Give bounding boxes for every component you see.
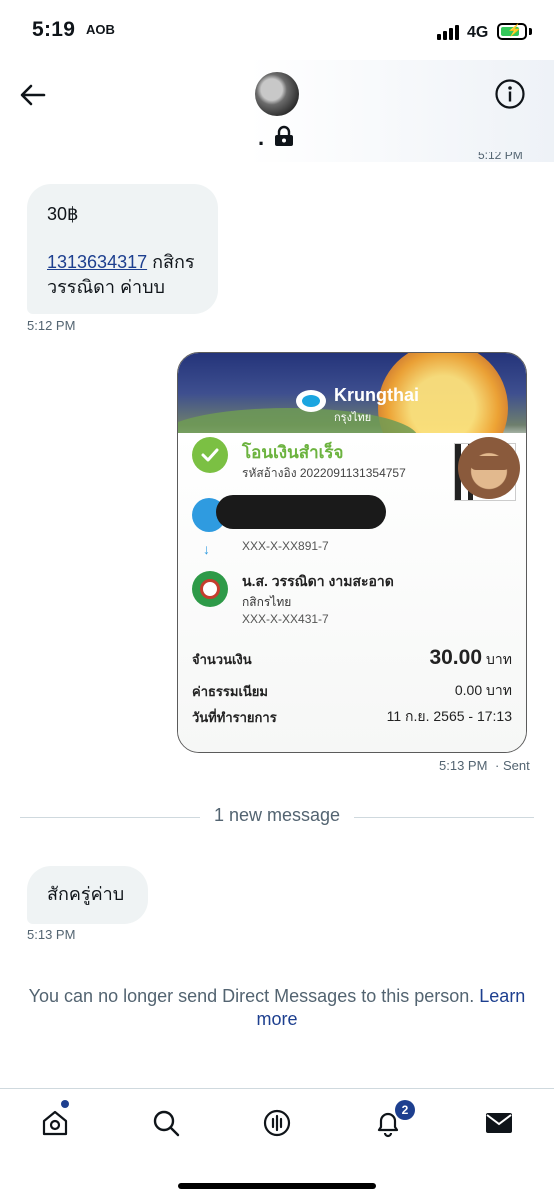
date-label: วันที่ทำรายการ bbox=[192, 710, 277, 725]
success-check-icon bbox=[192, 437, 228, 473]
search-icon bbox=[153, 1110, 180, 1137]
divider-line-right bbox=[352, 817, 534, 818]
incoming-message-bubble[interactable]: สักครู่ค่าบ bbox=[27, 866, 148, 924]
message-amount: 30฿ bbox=[47, 204, 79, 224]
info-icon bbox=[495, 79, 525, 109]
bank-name: Krungthai bbox=[334, 385, 419, 405]
spaces-icon bbox=[263, 1109, 291, 1137]
message-timestamp: 5:13 PM bbox=[439, 758, 488, 773]
krungthai-logo-icon bbox=[296, 390, 326, 412]
home-icon bbox=[42, 1110, 68, 1136]
incoming-message-bubble[interactable]: 30฿ 1313634317 กสิกร วรรณิดา ค่าบบ bbox=[27, 184, 218, 314]
notification-count-badge: 2 bbox=[395, 1100, 415, 1120]
amount-value: 30.00 bbox=[429, 646, 483, 669]
message-timestamp: 5:12 PM bbox=[27, 318, 76, 333]
cellular-signal-icon bbox=[437, 25, 459, 40]
receiver-bank: กสิกรไทย bbox=[242, 595, 292, 609]
transfer-reference: รหัสอ้างอิง 2022091131354757 bbox=[242, 466, 406, 480]
transfer-slip-image[interactable]: Krungthai กรุงไทย โอนเงินสำเร็จ รหัสอ้าง… bbox=[177, 352, 527, 753]
amount-value-row: 30.00 บาท bbox=[429, 646, 512, 671]
fee-label: ค่าธรรมเนียม bbox=[192, 684, 268, 699]
home-unread-dot bbox=[61, 1100, 69, 1108]
new-message-divider: 1 new message bbox=[200, 805, 354, 826]
monkey-hands bbox=[470, 456, 510, 470]
sender-account: XXX-X-XX891-7 bbox=[242, 539, 329, 553]
date-value: 11 ก.ย. 2565 - 17:13 bbox=[386, 708, 512, 724]
home-indicator bbox=[178, 1183, 376, 1189]
receiver-bank-icon bbox=[192, 571, 228, 607]
bank-name-thai: กรุงไทย bbox=[334, 412, 372, 424]
fee-value: 0.00 บาท bbox=[454, 682, 512, 698]
amount-unit: บาท bbox=[486, 651, 512, 667]
conversation-name[interactable]: . bbox=[258, 127, 264, 149]
tab-spaces[interactable] bbox=[257, 1103, 297, 1143]
sent-status: · Sent bbox=[495, 758, 530, 773]
back-button[interactable] bbox=[16, 78, 50, 112]
network-type: 4G bbox=[467, 24, 489, 41]
arrow-down-icon: ↓ bbox=[203, 541, 210, 557]
battery-cap bbox=[529, 28, 532, 35]
tab-home[interactable] bbox=[35, 1103, 75, 1143]
battery-icon: ⚡ bbox=[497, 23, 527, 40]
divider-line-left bbox=[20, 817, 202, 818]
tab-bar-divider bbox=[0, 1088, 554, 1089]
clipped-timestamp: 5:12 PM bbox=[478, 152, 523, 160]
status-glyph: AOB bbox=[86, 22, 115, 37]
message-recipient-name: วรรณิดา ค่าบบ bbox=[47, 277, 165, 297]
message-text: สักครู่ค่าบ bbox=[47, 884, 125, 904]
lock-icon bbox=[274, 125, 294, 152]
receiver-account: XXX-X-XX431-7 bbox=[242, 612, 329, 626]
status-time: 5:19 bbox=[32, 18, 76, 41]
info-button[interactable] bbox=[494, 78, 526, 110]
redacted-sender-name bbox=[216, 495, 386, 529]
tab-search[interactable] bbox=[146, 1103, 186, 1143]
amount-label: จำนวนเงิน bbox=[192, 652, 252, 667]
transfer-status-title: โอนเงินสำเร็จ bbox=[242, 443, 344, 462]
notice-text: You can no longer send Direct Messages t… bbox=[28, 986, 480, 1006]
dm-restricted-notice: You can no longer send Direct Messages t… bbox=[10, 985, 544, 1031]
receiver-name: น.ส. วรรณิดา งามสะอาด bbox=[242, 573, 394, 589]
arrow-left-icon bbox=[20, 84, 46, 106]
account-number-link[interactable]: 1313634317 bbox=[47, 252, 147, 272]
message-bank: กสิกร bbox=[147, 252, 195, 272]
avatar[interactable] bbox=[255, 72, 299, 116]
envelope-icon bbox=[486, 1113, 512, 1133]
tab-messages[interactable] bbox=[479, 1103, 519, 1143]
message-timestamp: 5:13 PM bbox=[27, 927, 76, 942]
